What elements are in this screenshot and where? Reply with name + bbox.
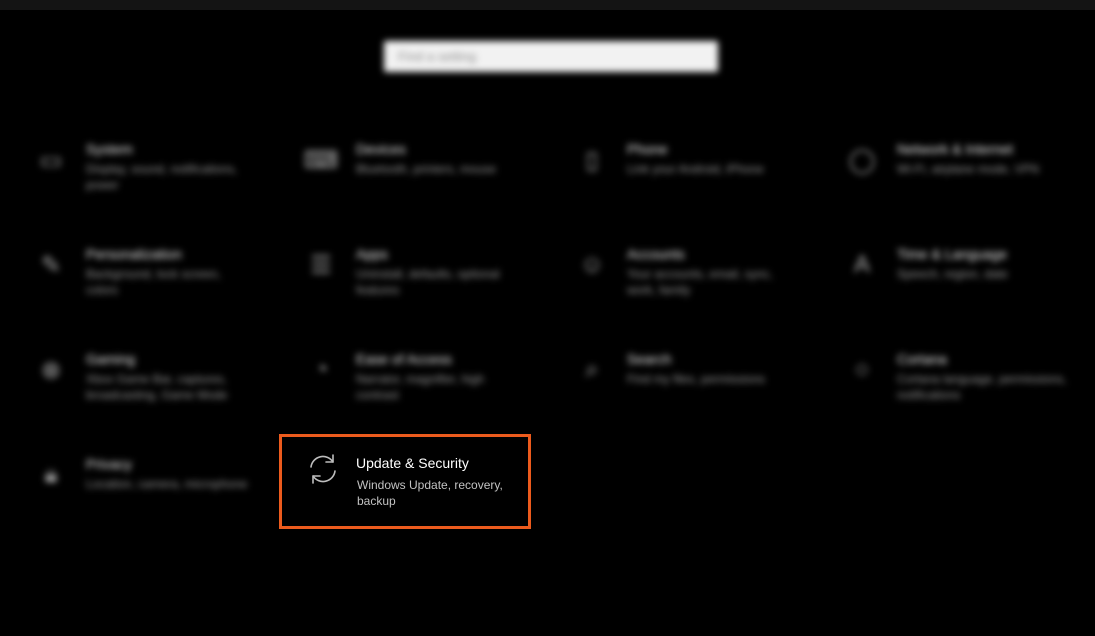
tile-title: Apps xyxy=(356,246,388,262)
tile-description: Uninstall, defaults, optional features xyxy=(356,267,500,297)
tile-title: Time & Language xyxy=(897,246,1007,262)
tile-description: Find my files, permissions xyxy=(627,372,766,386)
sync-arrows-icon xyxy=(306,452,340,486)
tile-title: Accounts xyxy=(627,246,685,262)
tile-description: Xbox Game Bar, captures, broadcasting, G… xyxy=(86,372,228,402)
xbox-icon: ⊗ xyxy=(40,356,62,384)
tile-accounts[interactable]: ☺ Accounts Your accounts, email, sync, w… xyxy=(575,246,805,316)
tile-description: Your accounts, email, sync, work, family xyxy=(627,267,773,297)
devices-icon: ⌨ xyxy=(303,146,339,174)
lock-icon: 🔒︎ xyxy=(44,461,58,488)
tile-description: Display, sound, notifications, power xyxy=(86,162,238,192)
tile-system[interactable]: ▭ System Display, sound, notifications, … xyxy=(34,141,264,211)
cortana-icon: ○ xyxy=(854,356,870,383)
tile-privacy[interactable]: 🔒︎ Privacy Location, camera, microphone xyxy=(34,456,264,526)
tile-description: Speech, region, date xyxy=(897,267,1008,281)
phone-icon: ▯ xyxy=(585,146,599,174)
tile-title: Devices xyxy=(356,141,406,157)
tile-description: Wi-Fi, airplane mode, VPN xyxy=(897,162,1040,176)
laptop-icon: ▭ xyxy=(39,146,63,174)
tile-title: Ease of Access xyxy=(356,351,452,367)
tile-title: Gaming xyxy=(86,351,136,367)
tile-description: Bluetooth, printers, mouse xyxy=(356,162,497,176)
tile-title: System xyxy=(86,141,133,157)
tile-title: Personalization xyxy=(86,246,182,262)
tile-phone[interactable]: ▯ Phone Link your Android, iPhone xyxy=(575,141,805,211)
time-language-icon: A xyxy=(853,251,870,278)
globe-icon: ◯ xyxy=(848,146,876,174)
paintbrush-icon: ✎ xyxy=(40,251,62,279)
tile-network[interactable]: ◯ Network & Internet Wi-Fi, airplane mod… xyxy=(845,141,1075,211)
tile-title: Update & Security xyxy=(356,455,469,471)
tile-description: Cortana language, permissions, notificat… xyxy=(897,372,1067,402)
blurred-background: Find a setting ▭ System Display, sound, … xyxy=(0,0,1095,636)
tile-ease-of-access[interactable]: ◔ Ease of Access Narrator, magnifier, hi… xyxy=(304,351,534,421)
apps-icon: ☰ xyxy=(310,251,332,279)
tile-search[interactable]: ⌕ Search Find my files, permissions xyxy=(575,351,805,421)
tile-description: Location, camera, microphone xyxy=(86,477,248,491)
tile-devices[interactable]: ⌨ Devices Bluetooth, printers, mouse xyxy=(304,141,534,211)
tile-description: Narrator, magnifier, high contrast xyxy=(356,372,485,402)
search-input[interactable]: Find a setting xyxy=(384,41,718,72)
tile-description: Windows Update, recovery, backup xyxy=(357,478,503,508)
tile-title: Cortana xyxy=(897,351,947,367)
tile-time-language[interactable]: A Time & Language Speech, region, date xyxy=(845,246,1075,316)
tile-title: Network & Internet xyxy=(897,141,1013,157)
tile-title: Phone xyxy=(627,141,668,157)
tile-personalization[interactable]: ✎ Personalization Background, lock scree… xyxy=(34,246,264,316)
tile-title: Search xyxy=(627,351,672,367)
tile-description: Background, lock screen, colors xyxy=(86,267,221,297)
tile-gaming[interactable]: ⊗ Gaming Xbox Game Bar, captures, broadc… xyxy=(34,351,264,421)
tile-update-security[interactable]: Update & Security Windows Update, recove… xyxy=(279,434,531,529)
tile-cortana[interactable]: ○ Cortana Cortana language, permissions,… xyxy=(845,351,1075,421)
tile-description: Link your Android, iPhone xyxy=(627,162,764,176)
tile-title: Privacy xyxy=(86,456,132,472)
tile-apps[interactable]: ☰ Apps Uninstall, defaults, optional fea… xyxy=(304,246,534,316)
ease-of-access-icon: ◔ xyxy=(313,356,329,383)
person-icon: ☺ xyxy=(579,251,605,278)
magnifier-icon: ⌕ xyxy=(585,356,599,383)
